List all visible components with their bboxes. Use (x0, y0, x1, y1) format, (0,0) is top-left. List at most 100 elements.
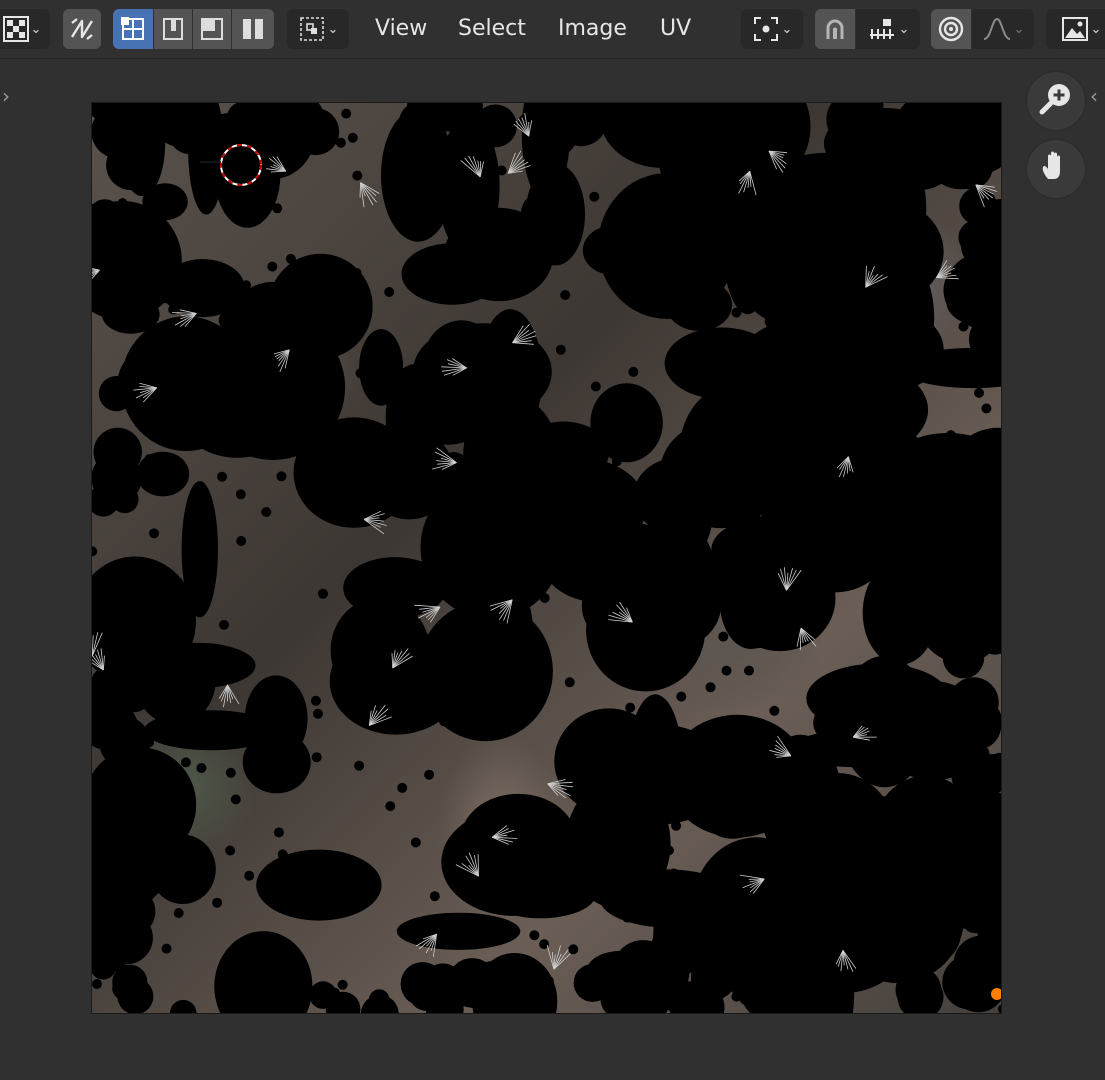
menu-select[interactable]: Select (458, 14, 526, 44)
uv-vertex (539, 593, 550, 603)
uv-vertex (717, 940, 728, 951)
uv-vertex (208, 394, 219, 404)
uv-vertex-cluster (169, 999, 197, 1013)
uv-vertex (957, 917, 968, 927)
uv-vertex (523, 686, 534, 697)
uv-vertex (455, 853, 465, 863)
pivot-icon (752, 15, 780, 43)
uv-vertex-cluster (947, 788, 987, 827)
uv-vertex-cluster (98, 376, 134, 412)
uv-vertex-cluster (975, 543, 998, 566)
uv-vertex (196, 763, 207, 773)
uv-vertex (981, 403, 992, 414)
uv-island (406, 394, 487, 445)
uv-island (137, 642, 256, 689)
uv-image-canvas[interactable] (91, 102, 1002, 1014)
uv-sync-selection-button[interactable] (63, 9, 101, 49)
uv-vertex (717, 510, 728, 521)
uv-vertex (389, 691, 400, 702)
vertex-select-mode-button[interactable] (113, 9, 153, 49)
uv-vertex (929, 456, 940, 467)
uv-vertex (627, 498, 638, 509)
zoom-icon (1037, 80, 1075, 122)
uv-vertex (899, 454, 910, 465)
uv-vertex-cluster (947, 144, 993, 190)
uv-vertex (241, 280, 252, 291)
uv-vertex (839, 531, 850, 542)
uv-vertex (454, 232, 464, 243)
uv-island (520, 191, 564, 237)
uv-vertex (449, 972, 460, 983)
uv-vertex (832, 718, 843, 729)
uv-vertex (436, 396, 447, 407)
snap-toggle-button[interactable] (815, 9, 855, 49)
uv-vertex (739, 992, 750, 1003)
island-select-mode-button[interactable] (232, 9, 274, 49)
uv-vertex (160, 293, 171, 304)
uv-vertex (945, 430, 956, 441)
uv-vertex (276, 471, 287, 482)
uv-editor-header: ⌄ ⌄ View Select Image UV ⌄ ⌄ ⌄ ⌄ (0, 0, 1105, 59)
uv-vertex (267, 425, 278, 436)
uv-vertex (426, 440, 437, 451)
uv-vertex (984, 830, 995, 841)
uv-vertex (891, 122, 902, 133)
pivot-point-dropdown[interactable]: ⌄ (741, 9, 803, 49)
uv-vertex (300, 323, 311, 334)
uv-vertex-cluster (117, 978, 154, 1013)
uv-island (851, 795, 910, 894)
snap-target-dropdown[interactable]: ⌄ (856, 9, 920, 49)
uv-vertex (185, 131, 196, 142)
edge-select-mode-button[interactable] (154, 9, 192, 49)
uv-vertex (384, 287, 395, 297)
uv-vertex (987, 872, 998, 882)
uv-vertex (401, 466, 412, 477)
sticky-selection-icon (298, 15, 326, 43)
uv-vertex (842, 668, 853, 679)
zoom-view-button[interactable] (1027, 72, 1085, 130)
uv-vertex (113, 641, 124, 652)
uv-vertex (879, 940, 890, 951)
uv-island (623, 601, 709, 640)
uv-island (806, 663, 950, 734)
uv-vertex (671, 820, 682, 831)
menu-image[interactable]: Image (558, 14, 627, 44)
proportional-falloff-dropdown[interactable]: ⌄ (972, 9, 1034, 49)
menu-view[interactable]: View (375, 14, 427, 44)
uv-vertex (295, 726, 306, 736)
menu-uv[interactable]: UV (660, 14, 691, 44)
uv-vertex (132, 227, 143, 238)
uv-vertex (225, 845, 236, 856)
sticky-selection-dropdown[interactable]: ⌄ (287, 9, 349, 49)
uv-vertex (116, 651, 127, 662)
uv-vertex-cluster (658, 108, 684, 133)
proportional-editing-button[interactable] (931, 9, 971, 49)
uv-vertex-cluster (111, 252, 142, 283)
uv-vertex (754, 222, 765, 233)
snap-icon (821, 15, 849, 43)
uv-island (181, 375, 294, 458)
toolbar-region-toggle[interactable]: › (2, 86, 10, 106)
editor-type-button[interactable]: ⌄ (0, 9, 50, 49)
falloff-curve-icon (982, 15, 1012, 43)
uv-vertex (584, 552, 595, 563)
uv-vertex (161, 943, 172, 954)
uv-vertex (244, 870, 255, 881)
image-browse-dropdown[interactable]: ⌄ (1046, 9, 1105, 49)
face-select-mode-button[interactable] (193, 9, 231, 49)
uv-vertex (832, 928, 843, 939)
uv-vertex (793, 350, 804, 361)
uv-vertex (563, 569, 574, 580)
uv-vertex (492, 242, 503, 252)
uv-vertex (261, 507, 272, 517)
uv-vertex (769, 786, 780, 797)
uv-vertex-cluster (686, 128, 715, 156)
uv-edge (553, 949, 569, 970)
uv-vertex (644, 896, 654, 907)
pan-view-button[interactable] (1027, 140, 1085, 198)
uv-island (791, 730, 915, 768)
sidebar-region-toggle[interactable]: ‹ (1090, 86, 1098, 106)
uv-vertex (494, 386, 505, 397)
uv-vertex (515, 862, 526, 873)
uv-island (293, 417, 415, 528)
